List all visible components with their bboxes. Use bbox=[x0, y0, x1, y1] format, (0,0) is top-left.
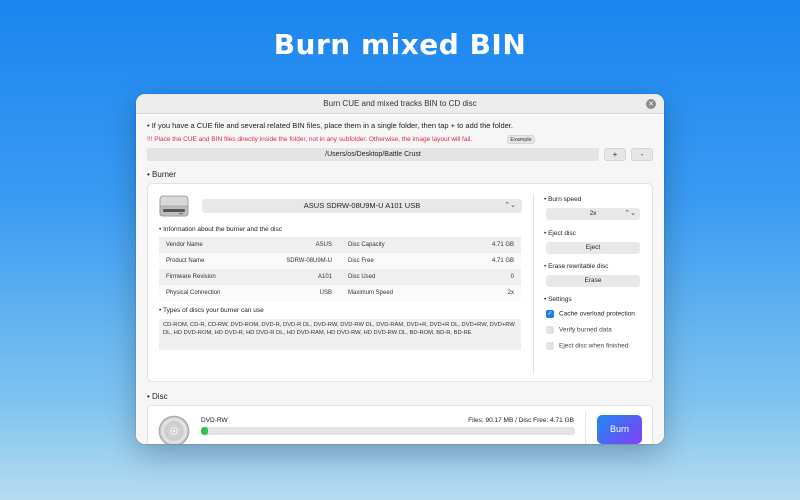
disc-usage-progress bbox=[201, 427, 575, 435]
erase-label: Erase rewritable disc bbox=[544, 263, 608, 270]
optical-drive-icon bbox=[159, 195, 189, 217]
burn-speed-label: Burn speed bbox=[544, 196, 581, 203]
app-window: Burn CUE and mixed tracks BIN to CD disc… bbox=[136, 94, 664, 444]
info-value: 2x bbox=[507, 290, 514, 296]
info-label: Disc Capacity bbox=[348, 242, 385, 248]
burner-section-title: Burner bbox=[147, 170, 176, 179]
info-label: Disc Used bbox=[348, 274, 376, 280]
remove-folder-button[interactable]: - bbox=[631, 148, 653, 161]
checkbox-unchecked-icon[interactable] bbox=[546, 326, 554, 334]
panel-divider bbox=[533, 194, 534, 374]
burner-select[interactable]: ASUS SDRW-08U9M-U A101 USB ⌃⌄ bbox=[202, 199, 522, 213]
burner-info-title: Information about the burner and the dis… bbox=[159, 226, 282, 233]
info-value: 0 bbox=[510, 274, 514, 280]
eject-label: Eject disc bbox=[544, 230, 576, 237]
instruction-text: • If you have a CUE file and several rel… bbox=[147, 121, 513, 130]
warning-text: !!! Place the CUE and BIN files directly… bbox=[147, 136, 473, 143]
setting-label: Cache overload protection bbox=[559, 310, 635, 318]
table-row: Vendor Name ASUS Disc Capacity 4.71 GB bbox=[159, 237, 521, 253]
checkbox-unchecked-icon[interactable] bbox=[546, 342, 554, 350]
setting-verify-data[interactable]: Verify burned data bbox=[546, 326, 612, 334]
erase-button[interactable]: Erase bbox=[546, 275, 640, 287]
setting-label: Eject disc when finished bbox=[559, 342, 629, 350]
info-value: 4.71 GB bbox=[491, 242, 514, 248]
folder-path-field[interactable]: /Users/os/Desktop/Battle Crust bbox=[147, 148, 599, 161]
window-title: Burn CUE and mixed tracks BIN to CD disc bbox=[323, 99, 477, 108]
disc-type: DVD-RW bbox=[201, 417, 228, 424]
disc-types-list: CD-ROM, CD-R, CD-RW, DVD-ROM, DVD-R, DVD… bbox=[159, 319, 521, 350]
disc-divider bbox=[585, 412, 586, 444]
info-value: USB bbox=[319, 290, 332, 296]
burn-speed-select[interactable]: 2x ⌃⌄ bbox=[546, 208, 640, 220]
disc-panel: DVD-RW Files: 90.17 MB / Disc Free: 4.71… bbox=[147, 405, 653, 444]
disc-files-info: Files: 90.17 MB / Disc Free: 4.71 GB bbox=[468, 417, 574, 424]
table-row: Physical Connection USB Maximum Speed 2x bbox=[159, 285, 521, 301]
info-label: Physical Connection bbox=[166, 290, 221, 296]
disc-types-title: Types of discs your burner can use bbox=[159, 307, 264, 314]
disc-section-title: Disc bbox=[147, 392, 168, 401]
info-label: Vendor Name bbox=[166, 242, 203, 248]
info-value: 4.71 GB bbox=[491, 258, 514, 264]
info-label: Disc Free bbox=[348, 258, 374, 264]
chevron-updown-icon: ⌃⌄ bbox=[624, 210, 636, 217]
progress-fill bbox=[201, 427, 209, 435]
burner-panel: ASUS SDRW-08U9M-U A101 USB ⌃⌄ Informatio… bbox=[147, 183, 653, 382]
burner-select-value: ASUS SDRW-08U9M-U A101 USB bbox=[303, 201, 421, 210]
info-label: Product Name bbox=[166, 258, 205, 264]
eject-button[interactable]: Eject bbox=[546, 242, 640, 254]
burn-speed-value: 2x bbox=[589, 210, 597, 217]
table-row: Product Name SDRW-08U9M-U Disc Free 4.71… bbox=[159, 253, 521, 269]
burn-button[interactable]: Burn bbox=[597, 415, 642, 444]
close-icon[interactable]: ✕ bbox=[646, 99, 656, 109]
window-titlebar: Burn CUE and mixed tracks BIN to CD disc… bbox=[136, 94, 664, 114]
disc-icon bbox=[158, 415, 190, 444]
table-row: Firmware Revision A101 Disc Used 0 bbox=[159, 269, 521, 285]
chevron-updown-icon: ⌃⌄ bbox=[504, 202, 516, 209]
info-value: ASUS bbox=[315, 242, 332, 248]
setting-eject-finished[interactable]: Eject disc when finished bbox=[546, 342, 628, 350]
info-value: SDRW-08U9M-U bbox=[286, 258, 332, 264]
example-button[interactable]: Example bbox=[507, 135, 535, 144]
settings-label: Settings bbox=[544, 296, 572, 303]
add-folder-button[interactable]: + bbox=[604, 148, 626, 161]
checkbox-checked-icon[interactable]: ✓ bbox=[546, 310, 554, 318]
setting-cache-overload[interactable]: ✓ Cache overload protection bbox=[546, 310, 635, 318]
info-value: A101 bbox=[317, 274, 332, 280]
burner-info-table: Vendor Name ASUS Disc Capacity 4.71 GB P… bbox=[159, 237, 521, 301]
info-label: Maximum Speed bbox=[348, 290, 394, 296]
window-content: • If you have a CUE file and several rel… bbox=[136, 115, 664, 444]
info-label: Firmware Revision bbox=[166, 274, 216, 280]
hero-title: Burn mixed BIN bbox=[273, 28, 527, 61]
setting-label: Verify burned data bbox=[559, 326, 612, 334]
